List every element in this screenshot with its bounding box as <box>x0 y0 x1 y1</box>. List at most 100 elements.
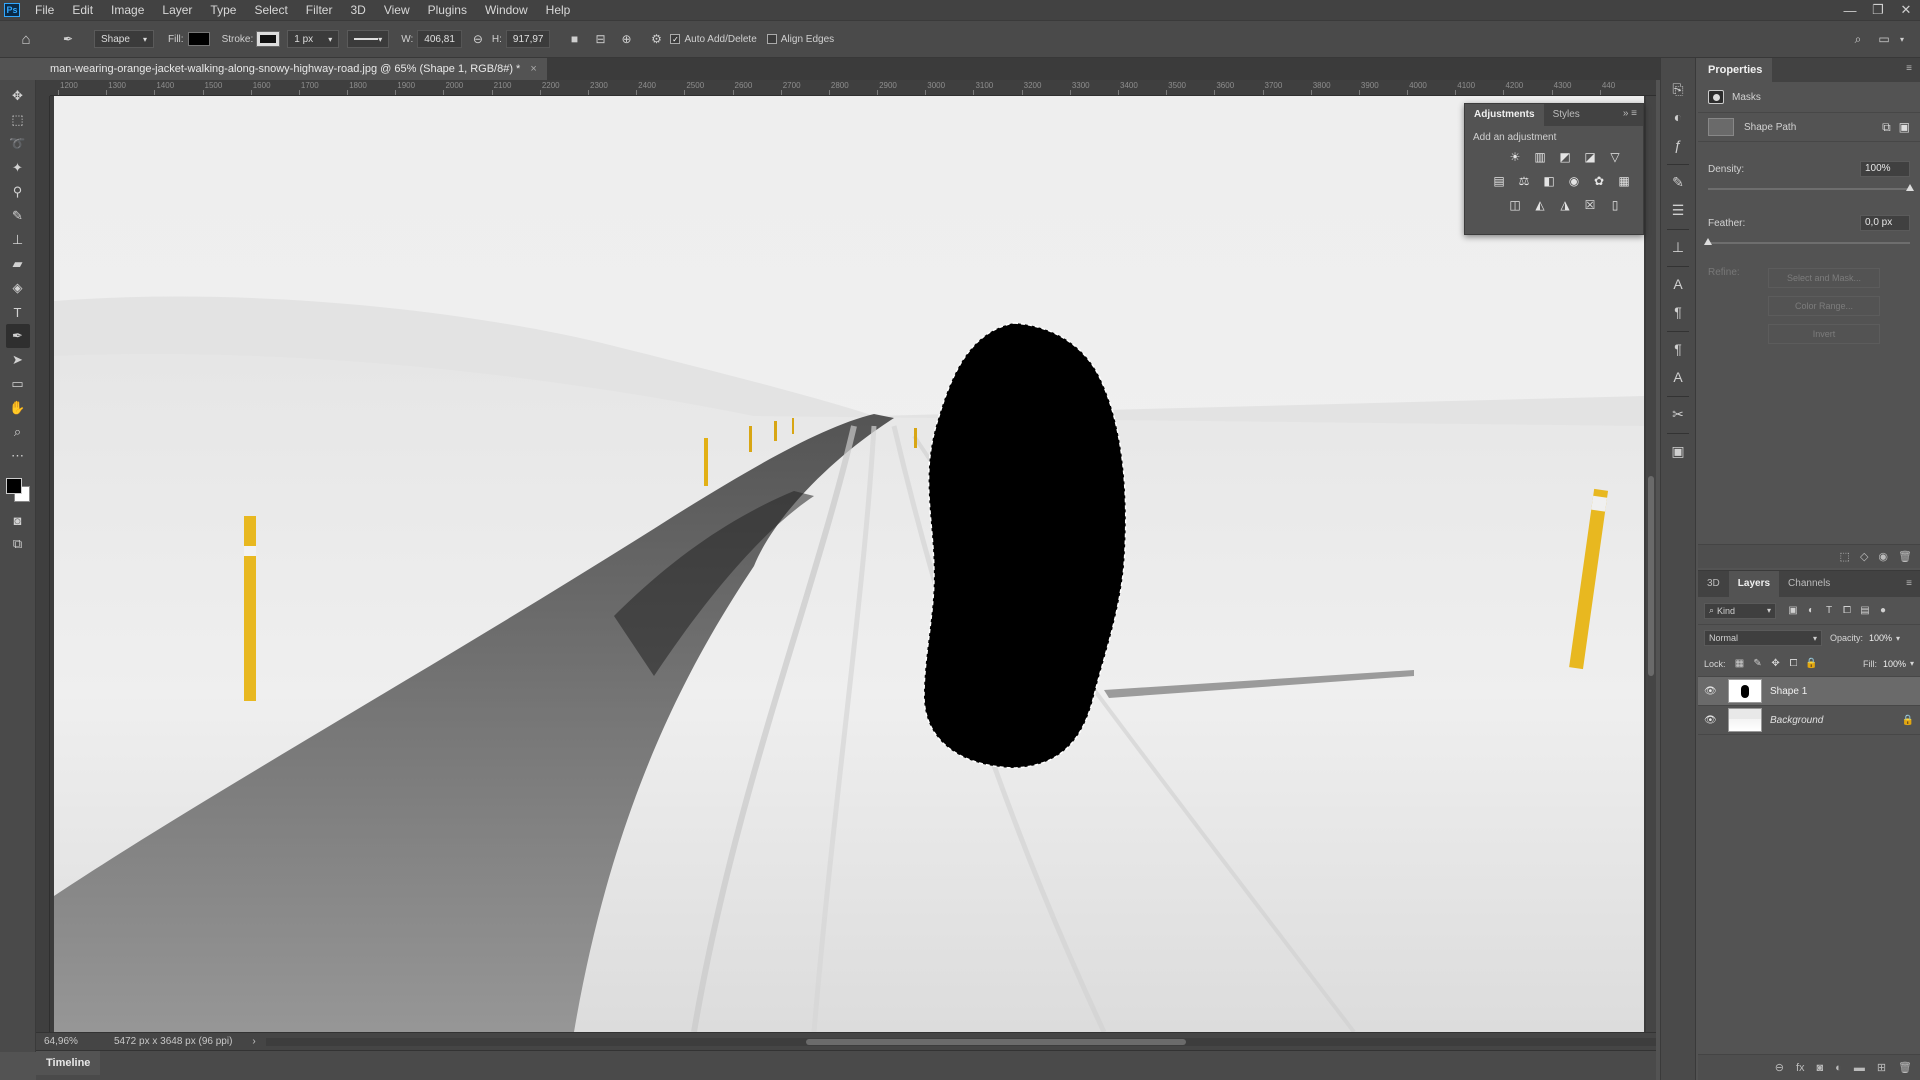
type-tool-icon[interactable]: T <box>6 300 30 324</box>
menu-file[interactable]: File <box>26 0 63 20</box>
gear-icon[interactable]: ⚙ <box>648 31 664 47</box>
menu-layer[interactable]: Layer <box>153 0 201 20</box>
vertical-scrollbar[interactable] <box>1646 96 1656 1032</box>
menu-image[interactable]: Image <box>102 0 153 20</box>
eyedropper-tool-icon[interactable]: ⚲ <box>6 180 30 204</box>
new-layer-icon[interactable]: ⊞ <box>1877 1061 1886 1074</box>
panel-menu-icon[interactable]: ≡ <box>1906 63 1912 74</box>
hue-saturation-icon[interactable]: ▤ <box>1489 171 1509 191</box>
horizontal-scrollbar[interactable] <box>266 1038 1656 1046</box>
filter-adjustment-icon[interactable]: ◐ <box>1802 602 1820 620</box>
auto-add-delete-checkbox[interactable]: ✓ <box>670 34 681 44</box>
lock-artboard-icon[interactable]: ⧠ <box>1786 656 1802 672</box>
black-white-icon[interactable]: ◧ <box>1539 171 1559 191</box>
trash-icon[interactable]: 🗑 <box>1898 550 1912 563</box>
menu-type[interactable]: Type <box>201 0 245 20</box>
lock-all-icon[interactable]: 🔒 <box>1804 656 1820 672</box>
workspace-icon[interactable]: ▭ <box>1876 31 1892 47</box>
styles-icon[interactable]: ƒ <box>1665 132 1691 158</box>
close-tab-icon[interactable]: × <box>530 58 536 80</box>
exposure-icon[interactable]: ◪ <box>1580 147 1600 167</box>
stroke-width-select[interactable]: 1 px ▾ <box>287 30 340 48</box>
fill-swatch[interactable] <box>187 32 210 46</box>
select-and-mask-button[interactable]: Select and Mask... <box>1768 268 1880 288</box>
path-operations-icon[interactable]: ■ <box>566 31 582 47</box>
height-input[interactable]: 917,97 <box>505 30 551 48</box>
menu-plugins[interactable]: Plugins <box>419 0 476 20</box>
tab-adjustments[interactable]: Adjustments <box>1465 104 1544 126</box>
lasso-tool-icon[interactable]: ➰ <box>6 132 30 156</box>
filter-type-icon[interactable]: T <box>1820 602 1838 620</box>
density-input[interactable]: 100% <box>1860 161 1910 177</box>
marquee-tool-icon[interactable]: ⬚ <box>6 108 30 132</box>
eye-icon[interactable]: 👁 <box>1704 686 1720 697</box>
feather-input[interactable]: 0,0 px <box>1860 215 1910 231</box>
tab-3d[interactable]: 3D <box>1698 571 1729 597</box>
tools-preset-icon[interactable]: ✂ <box>1665 401 1691 427</box>
path-selection-tool-icon[interactable]: ➤ <box>6 348 30 372</box>
color-balance-icon[interactable]: ⚖ <box>1514 171 1534 191</box>
auto-add-delete-option[interactable]: ✓ Auto Add/Delete <box>670 34 757 45</box>
vibrance-icon[interactable]: ▽ <box>1605 147 1625 167</box>
color-lookup-icon[interactable]: ▦ <box>1614 171 1634 191</box>
menu-select[interactable]: Select <box>245 0 296 20</box>
feather-slider-knob[interactable] <box>1704 238 1712 245</box>
layer-name[interactable]: Shape 1 <box>1770 686 1807 697</box>
zoom-tool-icon[interactable]: ⌕ <box>6 420 30 444</box>
chevron-down-icon[interactable]: ▾ <box>1910 659 1914 668</box>
filter-pixel-icon[interactable]: ▣ <box>1784 602 1802 620</box>
character-styles-icon[interactable]: A <box>1665 364 1691 390</box>
tab-styles[interactable]: Styles <box>1544 104 1589 126</box>
more-tools-icon[interactable]: ⋯ <box>6 444 30 468</box>
panel-menu-icon[interactable]: » ≡ <box>1623 108 1637 119</box>
lock-position-icon[interactable]: ✥ <box>1768 656 1784 672</box>
density-slider-knob[interactable] <box>1906 184 1914 191</box>
close-window-button[interactable]: ✕ <box>1892 0 1920 20</box>
menu-edit[interactable]: Edit <box>63 0 102 20</box>
rectangle-tool-icon[interactable]: ▭ <box>6 372 30 396</box>
paragraph-icon[interactable]: ¶ <box>1665 299 1691 325</box>
load-selection-icon[interactable]: ⬚ <box>1840 550 1850 563</box>
hand-tool-icon[interactable]: ✋ <box>6 396 30 420</box>
menu-3d[interactable]: 3D <box>341 0 374 20</box>
gradient-map-icon[interactable]: ▯ <box>1605 195 1625 215</box>
horizontal-scroll-thumb[interactable] <box>806 1039 1186 1045</box>
add-mask-icon[interactable]: ◙ <box>1817 1062 1824 1074</box>
fill-value[interactable]: 100% <box>1883 659 1906 669</box>
vertical-scroll-thumb[interactable] <box>1648 476 1654 676</box>
character-icon[interactable]: A <box>1665 271 1691 297</box>
layer-row[interactable]: 👁 Background 🔒 <box>1698 706 1920 735</box>
levels-icon[interactable]: ▥ <box>1530 147 1550 167</box>
home-icon[interactable]: ⌂ <box>18 31 34 48</box>
tool-mode-select[interactable]: Shape ▾ <box>94 30 154 48</box>
width-input[interactable]: 406,81 <box>417 30 462 48</box>
new-group-icon[interactable]: ▬ <box>1854 1062 1865 1074</box>
stroke-type-select[interactable]: ▾ <box>347 30 390 48</box>
path-alignment-icon[interactable]: ⊟ <box>592 31 608 47</box>
filter-toggle-icon[interactable]: ● <box>1874 602 1892 620</box>
selective-color-icon[interactable]: ☒ <box>1580 195 1600 215</box>
brush-tool-icon[interactable]: ✎ <box>6 204 30 228</box>
threshold-icon[interactable]: ◮ <box>1555 195 1575 215</box>
layer-name[interactable]: Background <box>1770 715 1823 726</box>
posterize-icon[interactable]: ◭ <box>1530 195 1550 215</box>
vector-mask-icon[interactable]: ▣ <box>1899 120 1910 134</box>
path-arrangement-icon[interactable]: ⊕ <box>618 31 634 47</box>
color-range-button[interactable]: Color Range... <box>1768 296 1880 316</box>
eye-icon[interactable]: 👁 <box>1704 715 1720 726</box>
feather-slider[interactable] <box>1704 238 1910 245</box>
apply-mask-icon[interactable]: ◇ <box>1860 550 1868 563</box>
libraries-icon[interactable]: ▣ <box>1665 438 1691 464</box>
stroke-swatch[interactable] <box>256 31 281 47</box>
link-icon[interactable]: ⊖ <box>470 31 486 47</box>
quick-mask-icon[interactable]: ◙ <box>6 508 30 532</box>
foreground-color-swatch[interactable] <box>5 478 22 494</box>
zoom-level[interactable]: 64,96% <box>44 1036 98 1047</box>
minimize-button[interactable]: — <box>1836 0 1864 20</box>
align-edges-option[interactable]: Align Edges <box>766 34 834 45</box>
document-tab[interactable]: man-wearing-orange-jacket-walking-along-… <box>40 58 547 80</box>
channel-mixer-icon[interactable]: ✿ <box>1589 171 1609 191</box>
filter-smart-object-icon[interactable]: ▤ <box>1856 602 1874 620</box>
screen-mode-icon[interactable]: ⧉ <box>6 532 30 556</box>
eraser-tool-icon[interactable]: ▰ <box>6 252 30 276</box>
